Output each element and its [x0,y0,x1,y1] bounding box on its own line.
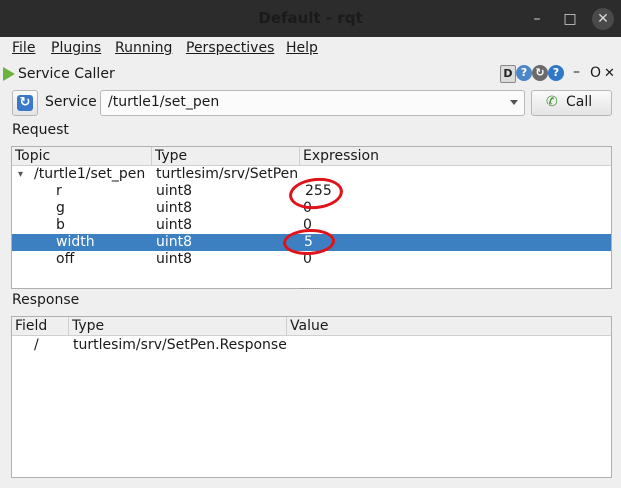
type-cell: uint8 [156,200,193,216]
type-cell: turtlesim/srv/SetPen.Response [73,337,287,353]
topic-cell: width [56,234,95,250]
maximize-button[interactable]: □ [559,8,581,30]
service-select[interactable]: /turtle1/set_pen [100,90,525,116]
close-button[interactable]: ✕ [592,8,614,30]
service-select-value: /turtle1/set_pen [108,94,220,110]
menu-plugins[interactable]: Plugins [51,40,101,56]
reload-icon[interactable]: ↻ [532,65,548,81]
expand-arrow-icon[interactable]: ▾ [18,166,23,183]
float-plugin-button[interactable]: O [590,65,601,81]
minimize-button[interactable]: – [526,8,548,30]
response-table-header: Field Type Value [12,317,611,336]
close-plugin-icon[interactable]: ✕ [604,66,615,81]
column-header-value[interactable]: Value [286,317,602,335]
type-cell: uint8 [156,251,193,267]
menu-help[interactable]: Help [286,40,318,56]
topic-cell: r [56,183,62,199]
menu-running[interactable]: Running [115,40,172,56]
topic-cell: /turtle1/set_pen [34,166,146,182]
topic-cell: b [56,217,65,233]
help-icon[interactable]: ? [516,65,532,81]
request-table-header: Topic Type Expression [12,147,611,166]
type-cell: uint8 [156,217,193,233]
refresh-button[interactable]: ↻ [12,90,38,116]
menu-file[interactable]: File [12,40,35,56]
response-table: Field Type Value / turtlesim/srv/SetPen.… [11,316,612,478]
hide-plugin-button[interactable]: – [573,64,580,80]
refresh-icon: ↻ [17,95,33,111]
topic-cell: off [56,251,75,267]
menu-perspectives[interactable]: Perspectives [186,40,274,56]
column-header-type[interactable]: Type [151,147,300,165]
topic-cell: g [56,200,65,216]
type-cell: uint8 [156,234,193,250]
column-header-topic[interactable]: Topic [12,147,150,165]
request-label: Request [12,122,69,138]
splitter-handle[interactable] [300,288,320,291]
call-button[interactable]: ✆ Call [531,90,612,116]
chevron-down-icon [510,100,518,105]
column-header-field[interactable]: Field [12,317,67,335]
info-icon[interactable]: ? [548,65,564,81]
dock-button[interactable]: D [500,65,516,83]
response-label: Response [12,292,80,308]
request-table: Topic Type Expression ▾ /turtle1/set_pen… [11,146,612,289]
plugin-title: Service Caller [18,66,115,82]
column-header-expression[interactable]: Expression [299,147,603,165]
type-cell: uint8 [156,183,193,199]
phone-icon: ✆ [546,94,558,110]
table-row[interactable]: / turtlesim/srv/SetPen.Response [12,337,611,354]
play-icon [3,67,15,81]
service-label: Service [45,94,97,110]
column-header-type[interactable]: Type [68,317,284,335]
type-cell: turtlesim/srv/SetPen [156,166,299,182]
field-cell: / [34,337,39,353]
call-button-label: Call [566,94,593,110]
